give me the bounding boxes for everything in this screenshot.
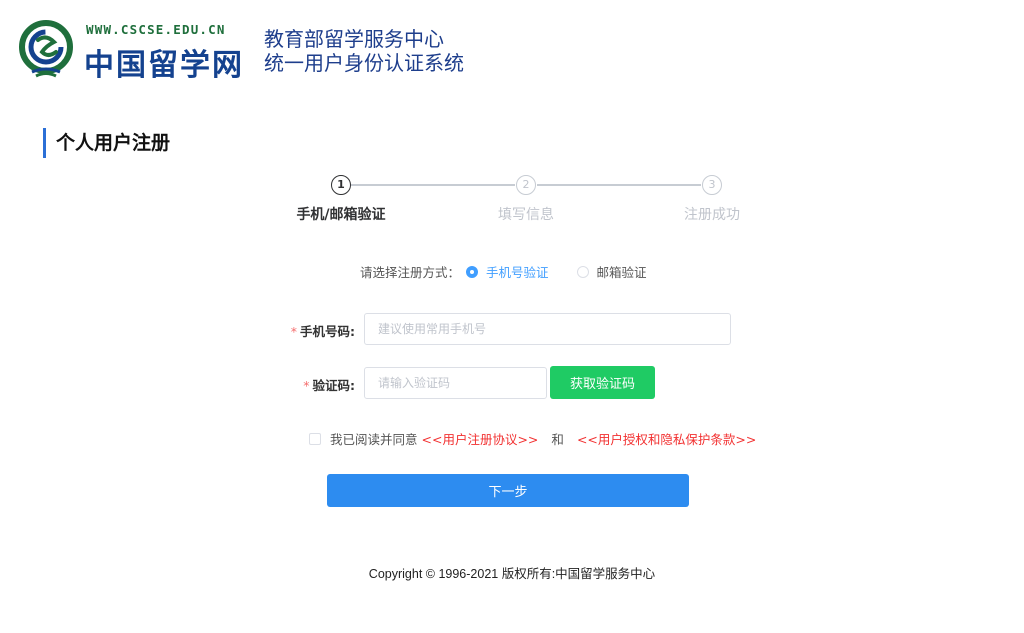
copyright-footer: Copyright © 1996-2021 版权所有:中国留学服务中心: [368, 567, 656, 581]
step-2-circle: 2: [516, 175, 536, 195]
logo-name-text: 中国留学网: [84, 48, 244, 83]
cscse-emblem-icon[interactable]: [18, 20, 74, 80]
step-1-circle: 1: [331, 175, 351, 195]
phone-label: * 手机号码:: [290, 324, 355, 339]
step-indicator: 1 2 3 手机/邮箱验证 填写信息 注册成功: [0, 172, 1024, 232]
system-title-line1: 教育部留学服务中心: [264, 27, 444, 51]
step-2-label: 填写信息: [498, 207, 554, 223]
page-title: 个人用户注册: [43, 128, 170, 158]
registration-method: 请选择注册方式： 手机号验证 邮箱验证: [360, 262, 675, 281]
user-agreement-link[interactable]: <<用户注册协议>>: [422, 429, 539, 448]
agreement-prefix: 我已阅读并同意: [330, 432, 418, 447]
system-title: 教育部留学服务中心 统一用户身份认证系统: [264, 27, 464, 75]
next-step-button[interactable]: 下一步: [327, 474, 689, 507]
verification-code-input[interactable]: [364, 367, 547, 399]
step-connector: [537, 184, 701, 186]
code-label: * 验证码:: [303, 378, 355, 393]
method-label: 请选择注册方式：: [360, 265, 461, 280]
agreement-row: 我已阅读并同意 <<用户注册协议>> 和 <<用户授权和隐私保护条款>>: [309, 429, 760, 448]
logo-url-text: WWW.CSCSE.EDU.CN: [86, 22, 226, 37]
agreement-checkbox[interactable]: [309, 432, 321, 445]
step-1-label: 手机/邮箱验证: [296, 207, 386, 223]
phone-input[interactable]: [364, 313, 731, 345]
step-3-circle: 3: [702, 175, 722, 195]
get-code-button[interactable]: 获取验证码: [550, 366, 655, 399]
email-radio-label[interactable]: 邮箱验证: [597, 262, 647, 281]
privacy-policy-link[interactable]: <<用户授权和隐私保护条款>>: [577, 429, 756, 448]
step-3-label: 注册成功: [684, 207, 740, 223]
system-title-line2: 统一用户身份认证系统: [264, 51, 464, 75]
phone-radio-label[interactable]: 手机号验证: [486, 262, 549, 281]
step-connector: [351, 184, 515, 186]
site-header: WWW.CSCSE.EDU.CN 中国留学网 教育部留学服务中心 统一用户身份认…: [18, 18, 618, 83]
email-radio[interactable]: [576, 265, 589, 278]
agreement-and: 和: [551, 432, 564, 447]
phone-radio[interactable]: [466, 265, 479, 278]
